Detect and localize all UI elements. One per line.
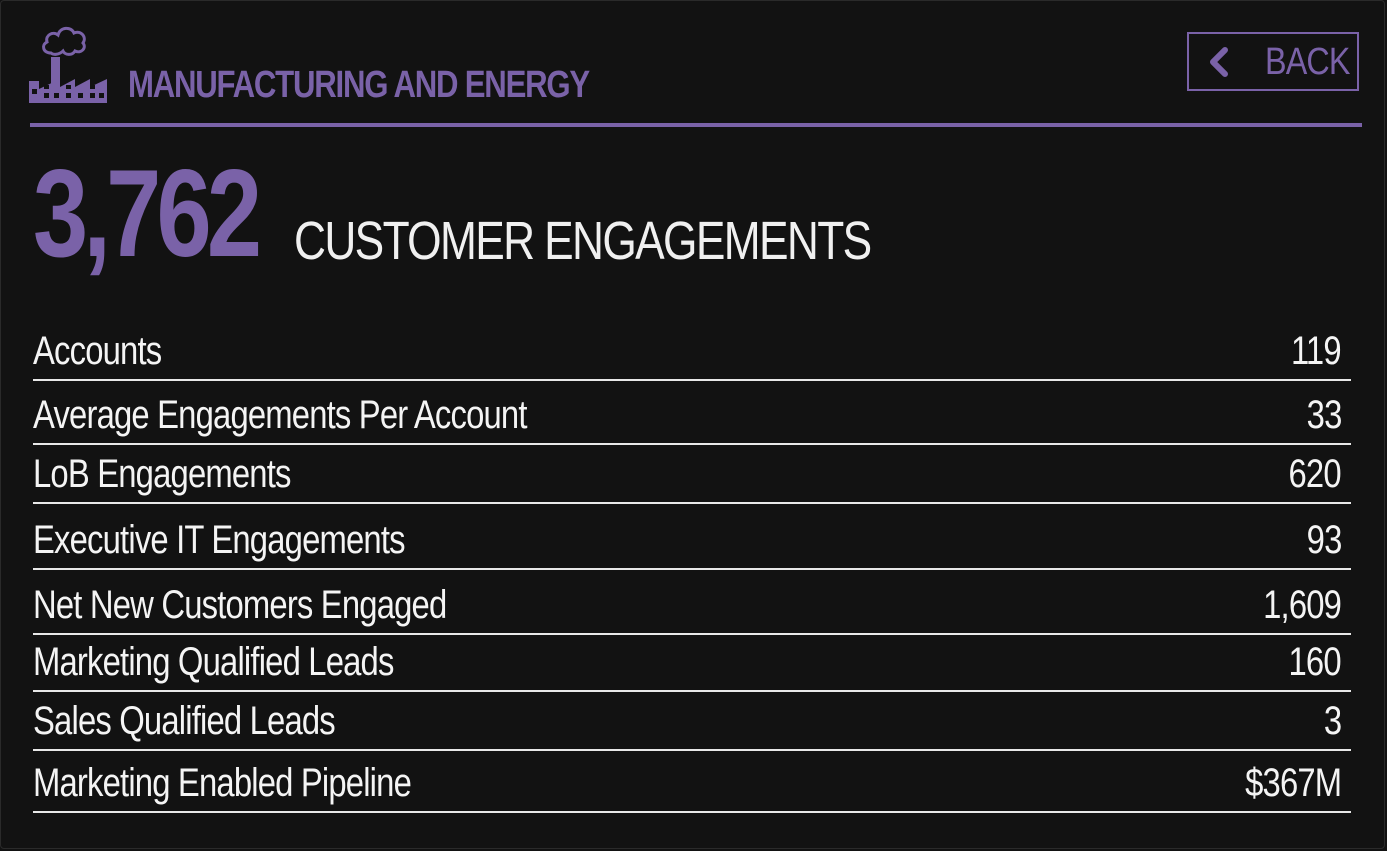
- header: MANUFACTURING AND ENERGY BACK: [29, 15, 1362, 111]
- stat-value: 620: [1288, 452, 1342, 496]
- stat-row-mql: Marketing Qualified Leads 160: [33, 635, 1351, 692]
- stat-label: Executive IT Engagements: [33, 518, 406, 562]
- stats-list: Accounts 119 Average Engagements Per Acc…: [33, 315, 1351, 813]
- stat-label: Average Engagements Per Account: [33, 393, 527, 437]
- category-title: MANUFACTURING AND ENERGY: [128, 64, 590, 106]
- hero-value: 3,762: [33, 145, 262, 283]
- chevron-left-icon: [1210, 47, 1228, 77]
- factory-icon: [29, 26, 107, 103]
- stat-label: Net New Customers Engaged: [33, 583, 447, 627]
- stat-value: 160: [1288, 640, 1342, 684]
- stat-row-exec-it: Executive IT Engagements 93: [33, 504, 1351, 570]
- stat-value: 1,609: [1263, 583, 1342, 627]
- stat-label: LoB Engagements: [33, 452, 291, 496]
- stat-value: 33: [1306, 393, 1342, 437]
- hero-label: CUSTOMER ENGAGEMENTS: [294, 211, 872, 271]
- stat-value: $367M: [1244, 761, 1342, 805]
- stat-row-sql: Sales Qualified Leads 3: [33, 692, 1351, 751]
- stat-value: 93: [1306, 518, 1342, 562]
- stat-row-lob-engagements: LoB Engagements 620: [33, 445, 1351, 504]
- stat-value: 119: [1291, 329, 1342, 373]
- stat-label: Marketing Qualified Leads: [33, 640, 394, 684]
- back-button[interactable]: BACK: [1187, 32, 1359, 91]
- back-button-label: BACK: [1265, 41, 1350, 83]
- stat-row-pipeline: Marketing Enabled Pipeline $367M: [33, 751, 1351, 813]
- stat-row-avg-engagements: Average Engagements Per Account 33: [33, 381, 1351, 445]
- header-divider: [30, 123, 1362, 127]
- stat-label: Marketing Enabled Pipeline: [33, 761, 412, 805]
- stat-row-net-new: Net New Customers Engaged 1,609: [33, 570, 1351, 635]
- stat-row-accounts: Accounts 119: [33, 315, 1351, 381]
- stat-value: 3: [1323, 699, 1342, 743]
- stat-label: Accounts: [33, 329, 162, 373]
- dashboard-panel: MANUFACTURING AND ENERGY BACK 3,762 CUST…: [0, 0, 1385, 849]
- stat-label: Sales Qualified Leads: [33, 699, 336, 743]
